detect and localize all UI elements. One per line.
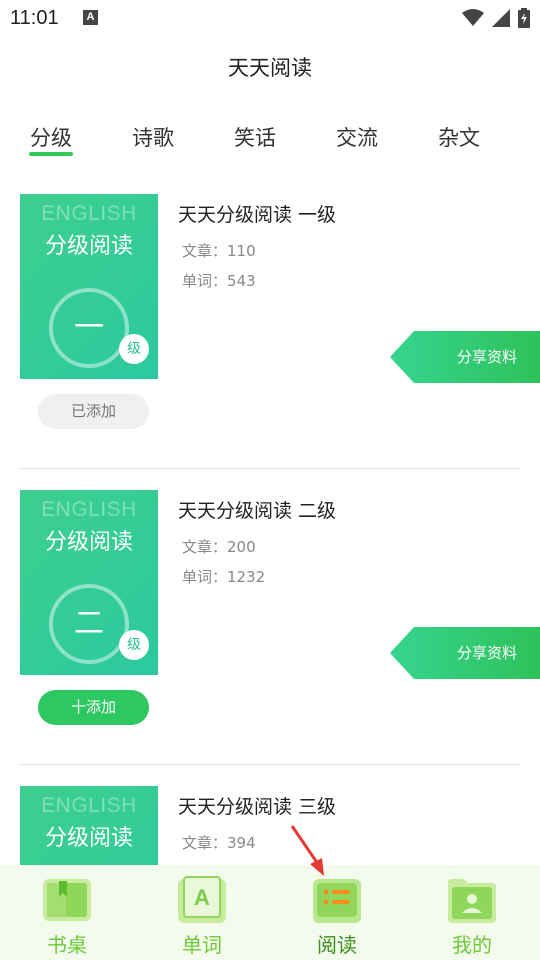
tab-exchange[interactable]: 交流 (317, 122, 397, 152)
pointer-arrow-icon (290, 825, 324, 876)
tab-poetry[interactable]: 诗歌 (113, 122, 193, 152)
cover-title: 分级阅读 (44, 234, 133, 259)
category-tabs: 分级 诗歌 笑话 交流 杂文 (0, 122, 540, 162)
add-button[interactable]: 十添加 (38, 690, 149, 725)
cover-level-badge: 级 (119, 334, 149, 364)
book-title: 天天分级阅读 一级 (178, 204, 337, 226)
book-article-count: 文章：200 (182, 538, 256, 556)
status-bar: 11:01 A (0, 0, 540, 36)
book-cover[interactable]: ENGLISH 分级阅读 二 级 (20, 490, 158, 675)
wifi-icon (462, 9, 484, 26)
profile-folder-icon (448, 879, 496, 923)
bottom-navigation: 书桌 A 单词 阅读 我的 (0, 865, 540, 960)
nav-label: 我的 (452, 933, 492, 957)
nav-label: 单词 (182, 933, 222, 957)
word-card-icon: A (178, 876, 226, 923)
book-title: 天天分级阅读 三级 (178, 796, 337, 818)
reading-list-icon (313, 879, 361, 923)
cover-english-text: ENGLISH (41, 498, 137, 521)
tab-active-indicator (29, 152, 73, 156)
nav-label: 书桌 (47, 933, 87, 957)
tab-label: 分级 (30, 126, 72, 150)
share-materials-button[interactable]: 分享资料 (390, 331, 540, 383)
battery-icon (518, 8, 530, 28)
status-icons (462, 8, 530, 28)
cover-title: 分级阅读 (44, 826, 133, 851)
notification-a-icon: A (83, 10, 98, 25)
tab-label: 杂文 (438, 126, 480, 150)
book-article-count: 文章：394 (182, 834, 256, 852)
book-word-count: 单词：1232 (182, 568, 266, 586)
book-icon (43, 879, 91, 921)
added-button[interactable]: 已添加 (38, 394, 149, 429)
cover-english-text: ENGLISH (41, 202, 137, 225)
book-word-count: 单词：543 (182, 272, 256, 290)
cover-level-number: 二 (74, 606, 104, 641)
nav-profile[interactable]: 我的 (422, 865, 522, 960)
nav-label: 阅读 (317, 933, 357, 957)
tab-label: 交流 (336, 126, 378, 150)
cover-level-badge: 级 (119, 630, 149, 660)
cover-english-text: ENGLISH (41, 794, 137, 817)
page-title: 天天阅读 (228, 56, 312, 80)
signal-icon (492, 9, 510, 27)
tab-jokes[interactable]: 笑话 (215, 122, 295, 152)
nav-desk[interactable]: 书桌 (17, 865, 117, 960)
book-title: 天天分级阅读 二级 (178, 500, 337, 522)
svg-text:A: A (194, 885, 210, 910)
share-label: 分享资料 (456, 644, 517, 662)
share-label: 分享资料 (456, 348, 517, 366)
tab-label: 诗歌 (132, 126, 174, 150)
cover-title: 分级阅读 (44, 530, 133, 555)
divider (20, 468, 520, 469)
tab-label: 笑话 (234, 126, 276, 150)
divider (20, 764, 520, 765)
status-time: 11:01 (10, 7, 59, 29)
cover-level-number: 一 (74, 310, 104, 345)
nav-words[interactable]: A 单词 (152, 865, 252, 960)
share-materials-button[interactable]: 分享资料 (390, 627, 540, 679)
tab-graded[interactable]: 分级 (11, 122, 91, 156)
book-article-count: 文章：110 (182, 242, 256, 260)
tab-essays[interactable]: 杂文 (419, 122, 499, 152)
book-cover[interactable]: ENGLISH 分级阅读 一 级 (20, 194, 158, 379)
